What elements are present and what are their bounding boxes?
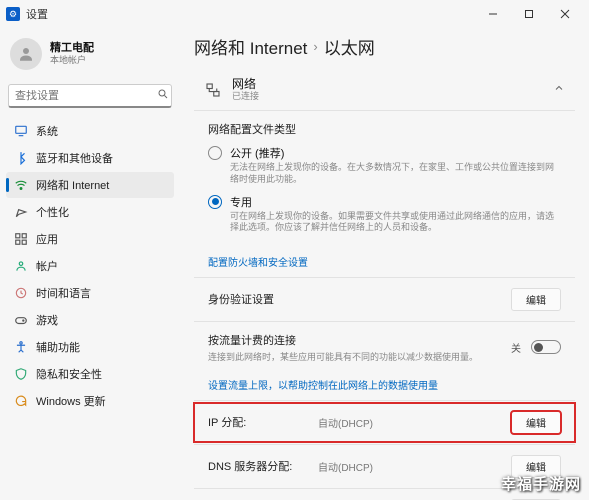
sidebar-item-personalization[interactable]: 个性化 [6, 199, 174, 225]
metered-row: 按流量计费的连接 连接到此网络时，某些应用可能具有不同的功能以减少数据使用量。 … [194, 324, 575, 371]
network-header[interactable]: 网络 已连接 [194, 69, 575, 111]
avatar [10, 38, 42, 70]
sidebar-item-time[interactable]: 时间和语言 [6, 280, 174, 306]
sidebar-item-gaming[interactable]: 游戏 [6, 307, 174, 333]
gaming-icon [14, 313, 28, 327]
sidebar: 精工电配 本地帐户 系统 蓝牙和其他设备 [0, 28, 180, 500]
breadcrumb: 网络和 Internet › 以太网 [194, 34, 575, 59]
radio-private[interactable]: 专用 可在网络上发现你的设备。如果需要文件共享或使用通过此网络通信的应用，请选择… [208, 194, 561, 234]
nav-list: 系统 蓝牙和其他设备 网络和 Internet 个性化 应用 [6, 118, 174, 414]
sidebar-item-bluetooth[interactable]: 蓝牙和其他设备 [6, 145, 174, 171]
toggle-state: 关 [511, 340, 521, 355]
ethernet-icon [204, 81, 222, 99]
sidebar-item-system[interactable]: 系统 [6, 118, 174, 144]
shield-icon [14, 367, 28, 381]
prop-label: IP 分配: [208, 414, 308, 430]
divider [194, 277, 575, 278]
auth-row: 身份验证设置 编辑 [194, 280, 575, 319]
sidebar-item-accessibility[interactable]: 辅助功能 [6, 334, 174, 360]
system-icon [14, 124, 28, 138]
sidebar-item-label: 游戏 [36, 312, 58, 328]
search-icon [157, 87, 169, 105]
divider [194, 321, 575, 322]
firewall-link[interactable]: 配置防火墙和安全设置 [208, 254, 308, 269]
sidebar-item-apps[interactable]: 应用 [6, 226, 174, 252]
app-icon: ⚙ [6, 7, 20, 21]
time-icon [14, 286, 28, 300]
prop-label: DNS 服务器分配: [208, 458, 308, 474]
breadcrumb-root[interactable]: 网络和 Internet [194, 34, 307, 59]
network-title: 网络 [232, 77, 543, 91]
radio-public[interactable]: 公开 (推荐) 无法在网络上发现你的设备。在大多数情况下，在家里、工作或公共位置… [208, 145, 561, 185]
ip-edit-button[interactable]: 编辑 [511, 411, 561, 434]
window-title: 设置 [26, 6, 48, 22]
sidebar-item-label: 帐户 [36, 258, 58, 274]
sidebar-item-network[interactable]: 网络和 Internet [6, 172, 174, 198]
profile-type-section: 网络配置文件类型 公开 (推荐) 无法在网络上发现你的设备。在大多数情况下，在家… [194, 111, 575, 248]
sidebar-item-label: 辅助功能 [36, 339, 80, 355]
section-title: 网络配置文件类型 [208, 121, 561, 137]
account-type: 本地帐户 [50, 55, 94, 66]
accessibility-icon [14, 340, 28, 354]
sidebar-item-label: 蓝牙和其他设备 [36, 150, 113, 166]
prop-desc: 连接到此网络时，某些应用可能具有不同的功能以减少数据使用量。 [208, 350, 501, 363]
accounts-icon [14, 259, 28, 273]
data-limit-link[interactable]: 设置流量上限，以帮助控制在此网络上的数据使用量 [208, 377, 438, 392]
apps-icon [14, 232, 28, 246]
radio-desc: 无法在网络上发现你的设备。在大多数情况下，在家里、工作或公共位置连接到网络时使用… [230, 162, 561, 185]
sidebar-item-label: 系统 [36, 123, 58, 139]
maximize-button[interactable] [511, 0, 547, 28]
main-content: 网络和 Internet › 以太网 网络 已连接 [180, 28, 589, 500]
radio-label: 公开 (推荐) [230, 145, 561, 161]
update-icon [14, 394, 28, 408]
radio-icon [208, 146, 222, 160]
chevron-up-icon [553, 81, 565, 99]
sidebar-item-label: Windows 更新 [36, 393, 106, 409]
ip-assignment-row: IP 分配: 自动(DHCP) 编辑 [194, 403, 575, 442]
prop-value: 自动(DHCP) [318, 415, 501, 430]
radio-label: 专用 [230, 194, 561, 210]
watermark: 幸福手游网 [501, 473, 581, 494]
sidebar-item-label: 网络和 Internet [36, 177, 109, 193]
sidebar-item-update[interactable]: Windows 更新 [6, 388, 174, 414]
account-block[interactable]: 精工电配 本地帐户 [6, 32, 174, 76]
sidebar-item-label: 应用 [36, 231, 58, 247]
minimize-button[interactable] [475, 0, 511, 28]
chevron-right-icon: › [313, 39, 317, 54]
personalize-icon [14, 205, 28, 219]
search-input[interactable] [15, 90, 157, 102]
titlebar: ⚙ 设置 [0, 0, 589, 28]
prop-label: 按流量计费的连接 [208, 332, 501, 348]
divider [194, 400, 575, 401]
breadcrumb-leaf: 以太网 [324, 34, 375, 59]
radio-icon-checked [208, 195, 222, 209]
radio-desc: 可在网络上发现你的设备。如果需要文件共享或使用通过此网络通信的应用，请选择此选项… [230, 211, 561, 234]
sidebar-item-accounts[interactable]: 帐户 [6, 253, 174, 279]
bluetooth-icon [14, 151, 28, 165]
search-box[interactable] [8, 84, 172, 108]
auth-edit-button[interactable]: 编辑 [511, 288, 561, 311]
sidebar-item-label: 个性化 [36, 204, 69, 220]
prop-label: 身份验证设置 [208, 291, 308, 307]
account-name: 精工电配 [50, 42, 94, 55]
prop-value: 自动(DHCP) [318, 459, 501, 474]
divider [194, 444, 575, 445]
sidebar-item-privacy[interactable]: 隐私和安全性 [6, 361, 174, 387]
metered-toggle[interactable] [531, 340, 561, 354]
close-button[interactable] [547, 0, 583, 28]
wifi-icon [14, 178, 28, 192]
network-status: 已连接 [232, 91, 543, 102]
sidebar-item-label: 时间和语言 [36, 285, 91, 301]
sidebar-item-label: 隐私和安全性 [36, 366, 102, 382]
